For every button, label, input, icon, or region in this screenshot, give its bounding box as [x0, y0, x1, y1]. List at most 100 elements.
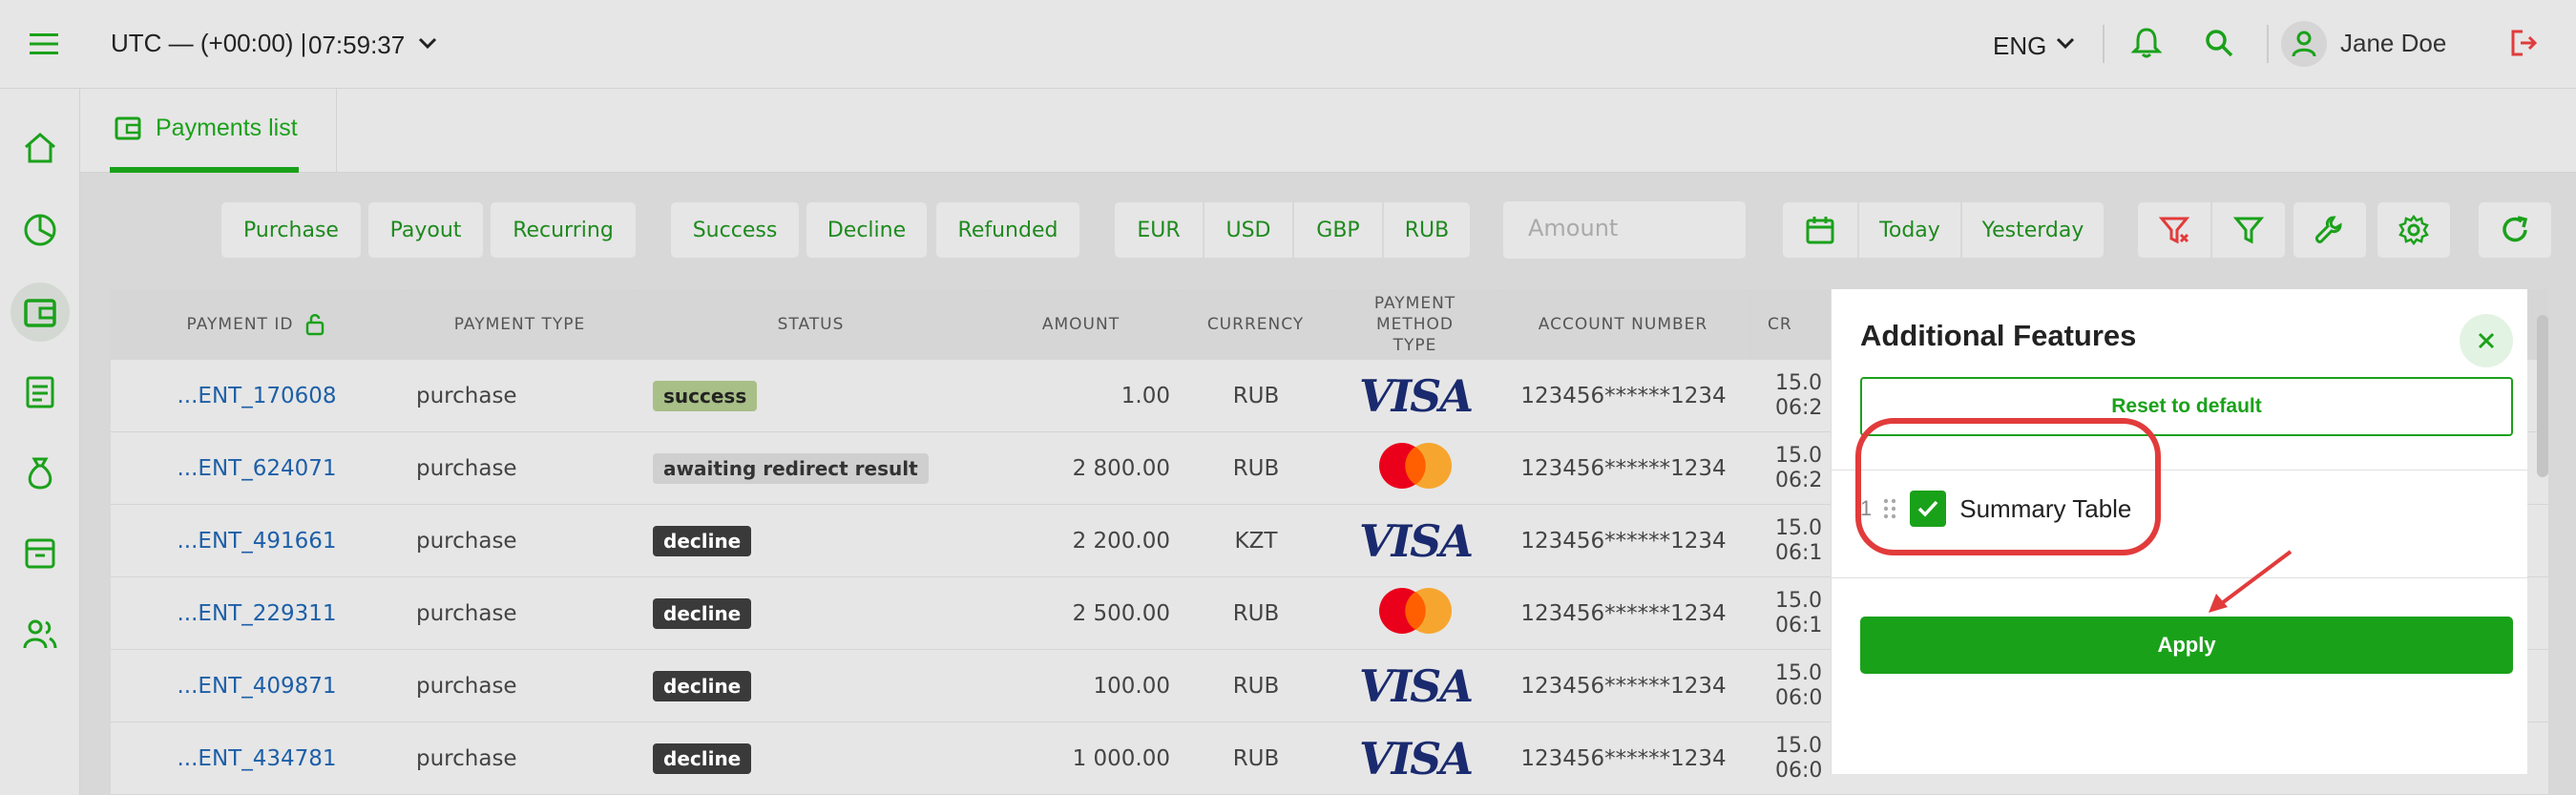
payment-type-cell: purchase	[416, 456, 517, 481]
column-currency[interactable]: CURRENCY	[1178, 289, 1334, 360]
currency-cell: RUB	[1232, 746, 1280, 771]
created-date: 15.0	[1775, 371, 1822, 395]
created-time: 06:0	[1775, 686, 1823, 710]
visa-logo: VISA	[1358, 370, 1474, 422]
currency-cell: RUB	[1232, 674, 1280, 699]
archive-icon[interactable]	[17, 531, 63, 576]
filter-yesterday[interactable]: Yesterday	[1962, 202, 2104, 258]
column-status[interactable]: STATUS	[638, 289, 985, 360]
document-icon[interactable]	[17, 369, 63, 415]
created-time: 06:1	[1775, 541, 1823, 565]
table-cell: decline	[653, 722, 985, 795]
bell-icon[interactable]	[2127, 23, 2166, 63]
created-date: 15.0	[1775, 444, 1822, 468]
filter-success[interactable]: Success	[671, 202, 799, 258]
clear-filter-icon[interactable]	[2138, 202, 2210, 258]
created-time: 06:0	[1775, 759, 1823, 783]
created-time: 06:2	[1775, 396, 1823, 420]
payment-type-cell: purchase	[416, 674, 517, 699]
filter-today[interactable]: Today	[1859, 202, 1960, 258]
column-account-number[interactable]: ACCOUNT NUMBER	[1497, 289, 1750, 360]
amount-cell: 2 800.00	[1072, 456, 1170, 481]
pie-chart-icon[interactable]	[17, 207, 63, 253]
home-icon[interactable]	[17, 125, 63, 171]
filter-gbp[interactable]: GBP	[1294, 202, 1382, 258]
account-number-cell: 123456******1234	[1520, 456, 1727, 481]
highlight-annotation	[1855, 418, 2161, 555]
tab-label: Payments list	[156, 115, 298, 141]
calendar-icon[interactable]	[1783, 202, 1857, 258]
filter-rub[interactable]: RUB	[1384, 202, 1470, 258]
wallet-tab-icon	[113, 113, 143, 143]
payment-id-link[interactable]: ...ENT_434781	[177, 746, 336, 771]
payment-type-cell: purchase	[416, 384, 517, 408]
table-cell: VISA	[1334, 505, 1497, 577]
filter-usd[interactable]: USD	[1204, 202, 1292, 258]
user-name[interactable]: Jane Doe	[2340, 29, 2446, 58]
filter-decline[interactable]: Decline	[806, 202, 927, 258]
table-cell: ...ENT_229311	[111, 577, 403, 650]
payment-id-link[interactable]: ...ENT_229311	[177, 601, 336, 626]
top-bar: UTC — (+00:00) | 07:59:37 ENG Jane Doe	[0, 0, 2576, 89]
filter-recurring[interactable]: Recurring	[491, 202, 636, 258]
payment-type-cell: purchase	[416, 529, 517, 554]
payment-type-cell: purchase	[416, 601, 517, 626]
currency-cell: RUB	[1232, 601, 1280, 626]
table-cell: ...ENT_409871	[111, 650, 403, 722]
created-date: 15.0	[1775, 589, 1822, 613]
currency-cell: RUB	[1232, 384, 1280, 408]
account-number-cell: 123456******1234	[1520, 601, 1727, 626]
column-amount[interactable]: AMOUNT	[985, 289, 1178, 360]
menu-icon[interactable]	[25, 27, 63, 61]
filter-refunded[interactable]: Refunded	[936, 202, 1079, 258]
divider	[336, 89, 337, 173]
payment-id-link[interactable]: ...ENT_624071	[177, 456, 336, 481]
payment-id-link[interactable]: ...ENT_170608	[177, 384, 336, 408]
scrollbar[interactable]	[2537, 315, 2548, 477]
visa-logo: VISA	[1358, 660, 1474, 712]
wallet-icon[interactable]	[10, 282, 70, 342]
account-number-cell: 123456******1234	[1520, 529, 1727, 554]
gear-icon[interactable]	[2377, 202, 2450, 258]
money-bag-icon[interactable]	[17, 450, 63, 496]
divider	[1832, 577, 2528, 578]
search-icon[interactable]	[2200, 23, 2238, 63]
filter-eur[interactable]: EUR	[1115, 202, 1203, 258]
currency-cell: KZT	[1234, 529, 1278, 554]
logout-icon[interactable]	[2504, 23, 2543, 63]
chevron-down-icon[interactable]	[414, 29, 441, 57]
sidebar	[0, 89, 80, 795]
language-selector[interactable]: ENG	[1993, 31, 2046, 61]
users-icon[interactable]	[17, 612, 63, 658]
apply-button[interactable]: Apply	[1860, 617, 2513, 674]
filter-payout[interactable]: Payout	[368, 202, 483, 258]
wrench-icon[interactable]	[2293, 202, 2366, 258]
amount-cell: 100.00	[1093, 674, 1170, 699]
payment-id-link[interactable]: ...ENT_409871	[177, 674, 336, 699]
column-payment-method-type[interactable]: PAYMENT METHOD TYPE	[1334, 289, 1497, 360]
payment-id-link[interactable]: ...ENT_491661	[177, 529, 336, 554]
avatar[interactable]	[2281, 21, 2327, 67]
table-cell: awaiting redirect result	[653, 432, 985, 505]
clock-time: 07:59:37	[308, 31, 406, 59]
close-button[interactable]	[2460, 314, 2513, 367]
amount-cell: 2 500.00	[1072, 601, 1170, 626]
language-chevron-icon[interactable]	[2052, 29, 2079, 57]
amount-cell: 2 200.00	[1072, 529, 1170, 554]
filter-icon[interactable]	[2212, 202, 2285, 258]
filter-purchase[interactable]: Purchase	[221, 202, 361, 258]
column-payment-id[interactable]: PAYMENT ID	[111, 289, 403, 360]
table-cell: success	[653, 360, 985, 432]
table-cell	[1334, 432, 1497, 505]
arrow-annotation	[2209, 550, 2293, 613]
refresh-icon[interactable]	[2479, 202, 2551, 258]
table-cell: ...ENT_624071	[111, 432, 403, 505]
divider	[2103, 25, 2105, 63]
amount-input[interactable]: Amount	[1503, 201, 1746, 259]
divider	[2267, 25, 2269, 63]
tab-payments-list[interactable]: Payments list	[110, 89, 301, 173]
lock-icon[interactable]	[304, 313, 325, 336]
visa-logo: VISA	[1358, 733, 1474, 785]
table-cell	[1334, 577, 1497, 650]
column-payment-type[interactable]: PAYMENT TYPE	[403, 289, 638, 360]
